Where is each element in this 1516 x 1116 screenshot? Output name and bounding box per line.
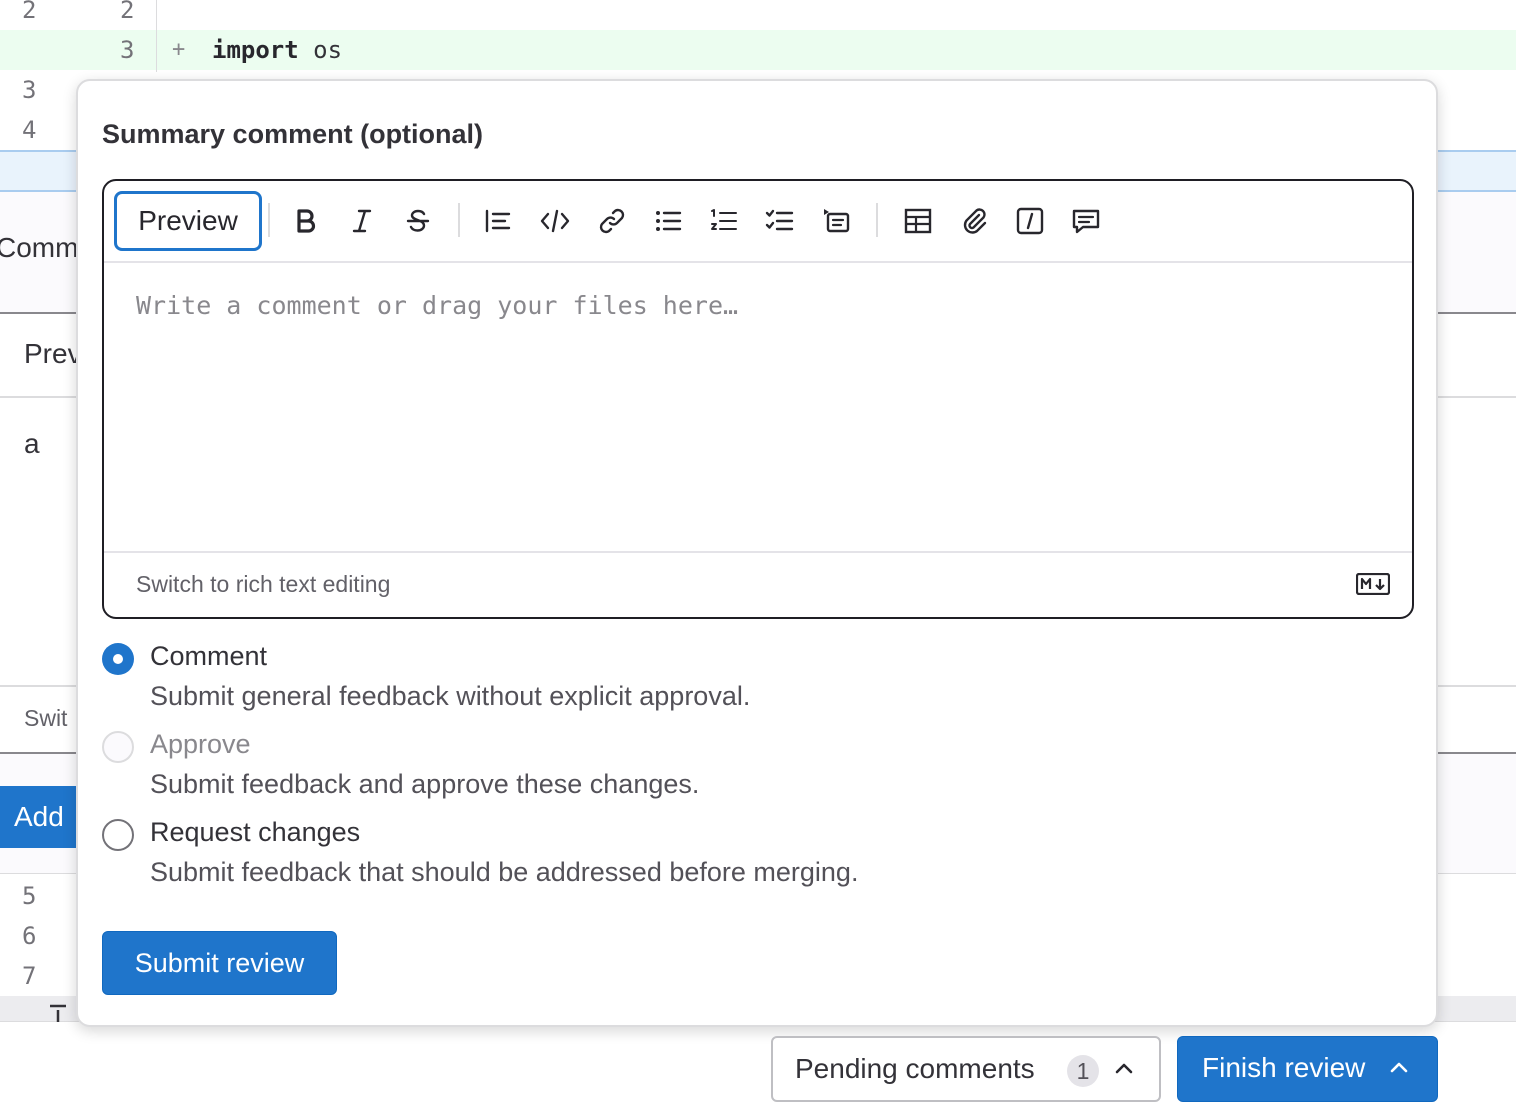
finish-review-label: Finish review (1202, 1052, 1366, 1083)
code-keyword: import (212, 36, 299, 64)
collapsible-section-icon[interactable] (816, 201, 856, 241)
italic-icon[interactable] (342, 201, 382, 241)
code-icon[interactable] (535, 201, 575, 241)
chevron-up-icon (1390, 1062, 1408, 1073)
request-changes-option-label[interactable]: Request changes (150, 817, 360, 848)
submit-review-button[interactable]: Submit review (102, 931, 337, 995)
link-icon[interactable] (592, 201, 632, 241)
preview-tab[interactable]: Prev (24, 338, 82, 370)
new-line-number: 2 (120, 0, 135, 24)
request-changes-radio[interactable] (102, 819, 134, 851)
task-list-icon[interactable] (760, 201, 800, 241)
comment-text: a (24, 428, 40, 459)
summary-comment-title: Summary comment (optional) (102, 119, 484, 149)
comment-radio[interactable] (102, 643, 134, 675)
toolbar-divider (876, 203, 878, 237)
approve-radio (102, 731, 134, 763)
chevron-up-icon (1115, 1063, 1133, 1074)
table-icon[interactable] (898, 201, 938, 241)
quick-actions-icon[interactable] (1010, 201, 1050, 241)
markdown-editor: Preview Write a comment or drag your fil… (102, 179, 1414, 619)
attach-file-icon[interactable] (954, 201, 994, 241)
old-line-number: 3 (22, 76, 37, 104)
add-comment-button[interactable]: Add (0, 786, 80, 848)
comment-textarea[interactable] (104, 263, 1412, 553)
toolbar-divider (458, 203, 460, 237)
added-marker: + (172, 37, 186, 62)
strikethrough-icon[interactable] (398, 201, 438, 241)
pending-comments-button[interactable]: Pending comments 1 (771, 1036, 1161, 1102)
code-rest: os (298, 36, 343, 64)
preview-button[interactable]: Preview (114, 191, 262, 251)
diff-line: 2 2 (0, 0, 1516, 30)
comment-option-label[interactable]: Comment (150, 641, 267, 672)
new-line-number: 3 (120, 36, 135, 64)
finish-review-button[interactable]: Finish review (1177, 1036, 1438, 1102)
request-changes-option-help: Submit feedback that should be addressed… (150, 857, 859, 887)
bullet-list-icon[interactable] (648, 201, 688, 241)
comment-icon[interactable] (1066, 201, 1106, 241)
switch-rich-text-button[interactable]: Switch to rich text editing (136, 571, 390, 598)
editor-toolbar: Preview (104, 181, 1412, 263)
switch-editor-link[interactable]: Swit (24, 705, 67, 732)
submit-review-popover: Summary comment (optional) Preview Write… (76, 79, 1438, 1027)
old-line-number: 7 (22, 962, 37, 990)
old-line-number: 2 (22, 0, 37, 24)
diff-line-added: 3 + import os (0, 30, 1516, 70)
old-line-number: 6 (22, 922, 37, 950)
expand-up-icon[interactable] (48, 1002, 68, 1022)
toolbar-divider (268, 203, 270, 237)
approve-option-label: Approve (150, 729, 251, 759)
approve-option-help: Submit feedback and approve these change… (150, 769, 700, 799)
comment-option-help: Submit general feedback without explicit… (150, 681, 751, 711)
pending-comments-label: Pending comments (795, 1053, 1035, 1084)
bold-icon[interactable] (286, 201, 326, 241)
gutter-divider (156, 0, 157, 72)
numbered-list-icon[interactable] (704, 201, 744, 241)
old-line-number: 4 (22, 116, 37, 144)
code-line: import os (212, 30, 342, 70)
markdown-icon (1356, 573, 1390, 595)
comment-tab[interactable]: Comm (0, 232, 78, 264)
editor-footer: Switch to rich text editing (104, 551, 1412, 617)
quote-icon[interactable] (478, 201, 518, 241)
pending-count-badge: 1 (1067, 1055, 1099, 1087)
old-line-number: 5 (22, 882, 37, 910)
